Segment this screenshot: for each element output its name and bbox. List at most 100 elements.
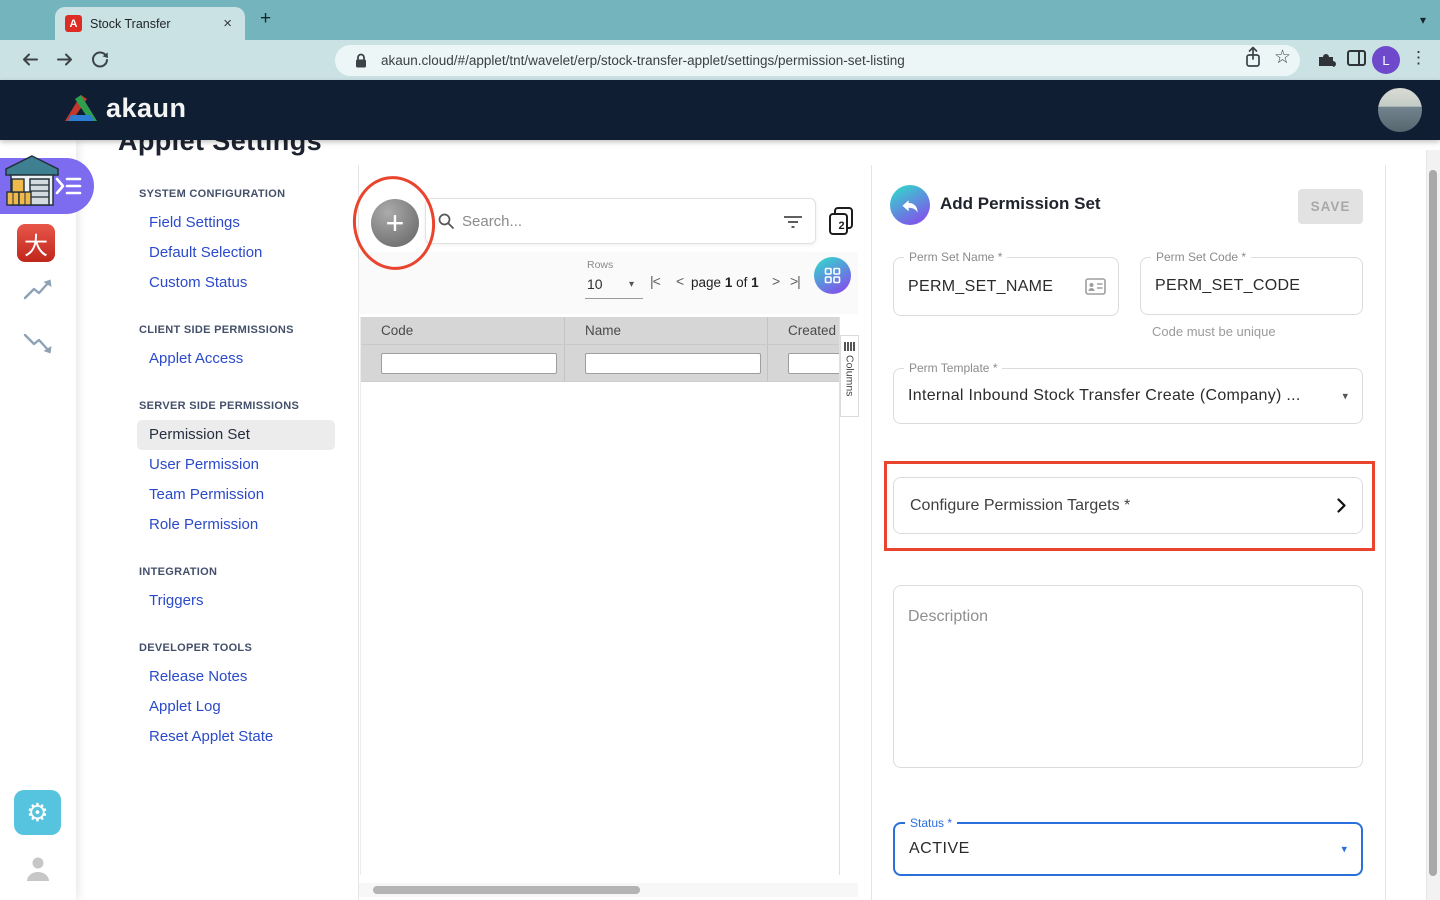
perm-template-value: Internal Inbound Stock Transfer Create (… (908, 387, 1301, 405)
bookmark-star-icon[interactable]: ☆ (1274, 46, 1291, 69)
column-header-name[interactable]: Name (564, 317, 767, 344)
contact-card-icon (1085, 278, 1106, 295)
nav-section-developer-tools: DEVELOPER TOOLS Release Notes Applet Log… (137, 642, 335, 752)
user-avatar[interactable] (1378, 88, 1422, 132)
forward-icon[interactable] (55, 50, 75, 69)
sidebar-item-user-permission[interactable]: User Permission (137, 450, 335, 480)
configure-targets-label: Configure Permission Targets * (910, 497, 1337, 515)
extensions-puzzle-icon[interactable] (1315, 48, 1337, 70)
status-caret-icon: ▾ (1341, 843, 1347, 856)
vertical-scrollbar-thumb[interactable] (1429, 170, 1437, 876)
description-field[interactable] (893, 585, 1363, 768)
perm-template-select[interactable]: Perm Template * Internal Inbound Stock T… (893, 368, 1363, 424)
nav-section-title: SERVER SIDE PERMISSIONS (139, 400, 333, 412)
template-caret-icon: ▾ (1342, 390, 1348, 403)
nav-section-title: INTEGRATION (139, 566, 333, 578)
sidebar-item-triggers[interactable]: Triggers (137, 586, 335, 616)
table-filter-row (361, 344, 840, 381)
prev-page-button[interactable]: < (676, 273, 683, 289)
horizontal-scrollbar[interactable] (359, 883, 858, 897)
nav-section-client-side-permissions: CLIENT SIDE PERMISSIONS Applet Access (137, 324, 335, 374)
sidebar-item-applet-access[interactable]: Applet Access (137, 344, 335, 374)
tab-search-chevron-icon[interactable]: ▾ (1420, 13, 1426, 27)
settings-gear-button[interactable]: ⚙ (14, 790, 61, 835)
sidebar-item-role-permission[interactable]: Role Permission (137, 510, 335, 540)
total-pages: 1 (751, 275, 759, 290)
table-body-empty (361, 381, 840, 874)
columns-tab[interactable]: Columns (840, 335, 859, 417)
chevron-right-icon (1337, 498, 1346, 513)
next-page-button[interactable]: > (772, 273, 779, 289)
rows-caret-icon: ▾ (629, 279, 634, 290)
column-header-code[interactable]: Code (361, 317, 564, 344)
grid-view-button[interactable] (814, 257, 851, 294)
profile-person-icon[interactable] (25, 855, 51, 881)
filter-icon[interactable] (783, 213, 803, 229)
reload-icon[interactable] (90, 50, 110, 70)
share-icon[interactable] (1243, 46, 1263, 70)
browser-tab-bar: A Stock Transfer × + ▾ (0, 0, 1440, 40)
nav-section-server-side-permissions: SERVER SIDE PERMISSIONS Permission Set U… (137, 400, 335, 540)
url-bar[interactable]: akaun.cloud/#/applet/tnt/wavelet/erp/sto… (335, 45, 1300, 76)
warehouse-applet-icon[interactable] (3, 152, 61, 210)
back-button[interactable] (890, 185, 930, 225)
perm-set-code-value: PERM_SET_CODE (1155, 277, 1300, 295)
tab-title: Stock Transfer (90, 17, 220, 31)
dai-applet-icon[interactable]: 大 (17, 224, 55, 262)
duplicate-view-icon[interactable]: 2 (827, 206, 855, 236)
sidebar-item-reset-applet-state[interactable]: Reset Applet State (137, 722, 335, 752)
browser-menu-icon[interactable]: ⋮ (1410, 48, 1427, 68)
code-unique-hint: Code must be unique (1152, 324, 1276, 339)
sidebar-item-field-settings[interactable]: Field Settings (137, 208, 335, 238)
nav-section-title: DEVELOPER TOOLS (139, 642, 333, 654)
new-tab-button[interactable]: + (260, 8, 271, 30)
nav-section-system-configuration: SYSTEM CONFIGURATION Field Settings Defa… (137, 188, 335, 298)
nav-section-title: SYSTEM CONFIGURATION (139, 188, 333, 200)
akaun-logo: akaun (64, 93, 187, 124)
horizontal-scrollbar-thumb[interactable] (373, 886, 640, 894)
trend-down-applet-icon[interactable] (23, 330, 53, 356)
permission-set-table: Code Name Created Date (360, 317, 840, 875)
status-select[interactable]: Status * ACTIVE ▾ (893, 822, 1363, 876)
perm-template-label: Perm Template * (904, 361, 1002, 375)
brand-name: akaun (106, 93, 187, 124)
angular-logo-icon: A (65, 15, 82, 32)
back-icon[interactable] (20, 50, 40, 69)
grid-icon (824, 267, 841, 284)
nav-section-title: CLIENT SIDE PERMISSIONS (139, 324, 333, 336)
search-bar[interactable] (425, 198, 816, 244)
rows-per-page-select[interactable]: 10 (587, 276, 603, 292)
column-header-created-date[interactable]: Created Date (767, 317, 840, 344)
perm-set-code-field[interactable]: Perm Set Code * PERM_SET_CODE (1140, 257, 1363, 315)
browser-profile-avatar[interactable]: L (1372, 46, 1400, 74)
filter-input-code[interactable] (381, 353, 557, 374)
sidebar-item-team-permission[interactable]: Team Permission (137, 480, 335, 510)
svg-text:2: 2 (839, 220, 845, 232)
current-page: 1 (725, 275, 733, 290)
filter-input-name[interactable] (585, 353, 761, 374)
side-panel-icon[interactable] (1346, 48, 1367, 68)
search-icon (438, 213, 454, 229)
table-header-row: Code Name Created Date (361, 317, 840, 344)
search-input[interactable] (462, 213, 783, 230)
perm-set-code-label: Perm Set Code * (1151, 250, 1251, 264)
sidebar-item-permission-set[interactable]: Permission Set (137, 420, 335, 450)
last-page-button[interactable]: >| (790, 273, 800, 289)
first-page-button[interactable]: |< (650, 273, 660, 289)
sidebar-item-release-notes[interactable]: Release Notes (137, 662, 335, 692)
filter-input-created-date[interactable] (788, 353, 840, 374)
description-textarea[interactable] (894, 586, 1362, 767)
perm-set-name-field[interactable]: Perm Set Name * PERM_SET_NAME (893, 257, 1119, 316)
sidebar-item-applet-log[interactable]: Applet Log (137, 692, 335, 722)
close-icon[interactable]: × (220, 15, 235, 32)
configure-permission-targets-button[interactable]: Configure Permission Targets * (893, 477, 1363, 534)
browser-tab[interactable]: A Stock Transfer × (55, 7, 245, 40)
trend-up-applet-icon[interactable] (23, 277, 53, 303)
perm-set-name-value: PERM_SET_NAME (908, 278, 1053, 296)
save-button[interactable]: SAVE (1298, 189, 1363, 224)
sidebar-item-custom-status[interactable]: Custom Status (137, 268, 335, 298)
status-label: Status * (905, 816, 957, 830)
sidebar-item-default-selection[interactable]: Default Selection (137, 238, 335, 268)
form-title: Add Permission Set (940, 194, 1101, 214)
url-text: akaun.cloud/#/applet/tnt/wavelet/erp/sto… (381, 53, 905, 68)
